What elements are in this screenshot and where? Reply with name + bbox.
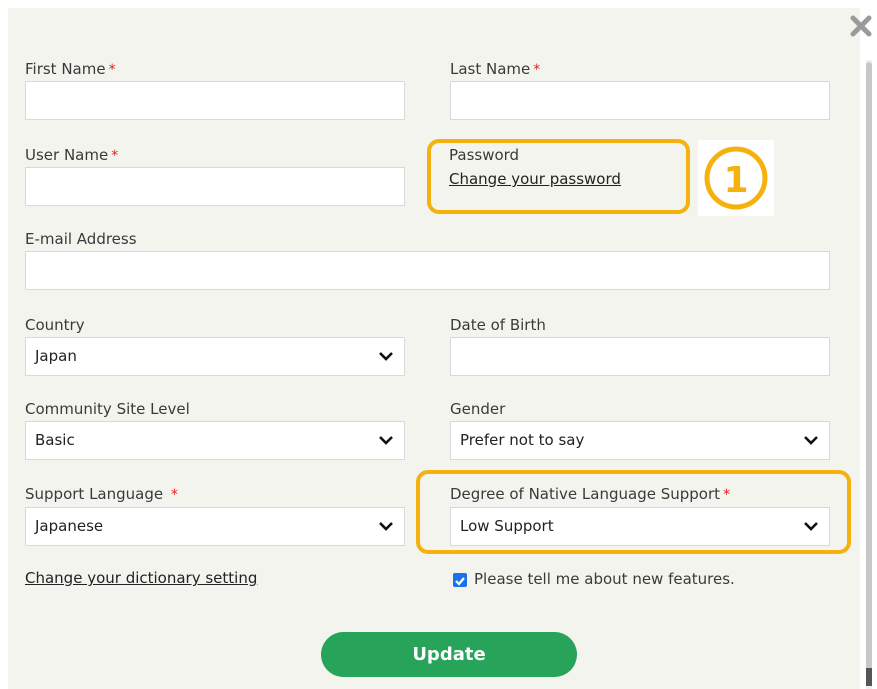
chevron-down-icon [804, 522, 818, 531]
chevron-down-icon [379, 352, 393, 361]
required-marker: * [108, 62, 116, 78]
email-input[interactable] [25, 251, 830, 290]
change-dictionary-link[interactable]: Change your dictionary setting [25, 569, 257, 587]
new-features-label: Please tell me about new features. [474, 570, 735, 588]
country-label: Country [25, 316, 85, 334]
required-marker: * [533, 62, 541, 78]
circled-one-icon: 1 [704, 146, 768, 210]
annotation-badge: 1 [698, 140, 774, 216]
chevron-down-icon [379, 522, 393, 531]
date-of-birth-label: Date of Birth [450, 316, 546, 334]
community-site-level-label: Community Site Level [25, 400, 190, 418]
scrollbar-end [866, 668, 872, 686]
update-button[interactable]: Update [321, 632, 577, 677]
last-name-label: Last Name * [450, 60, 541, 78]
close-icon[interactable] [849, 14, 873, 38]
required-marker: * [111, 148, 119, 164]
last-name-input[interactable] [450, 81, 830, 120]
gender-select[interactable]: Prefer not to say [450, 421, 830, 460]
country-select[interactable]: Japan [25, 337, 405, 376]
native-support-label: Degree of Native Language Support * [450, 485, 731, 503]
native-support-select[interactable]: Low Support [450, 507, 830, 546]
community-site-level-select[interactable]: Basic [25, 421, 405, 460]
change-password-link[interactable]: Change your password [449, 170, 621, 188]
new-features-checkbox[interactable] [453, 573, 467, 587]
password-label: Password [449, 146, 520, 164]
user-name-label: User Name * [25, 146, 119, 164]
email-label: E-mail Address [25, 230, 137, 248]
support-language-select[interactable]: Japanese [25, 507, 405, 546]
scrollbar-thumb[interactable] [866, 62, 872, 682]
first-name-label: First Name * [25, 60, 116, 78]
community-site-level-selected-value: Basic [35, 431, 75, 449]
support-language-label: Support Language * [25, 485, 178, 503]
required-marker: * [723, 487, 731, 503]
required-marker: * [170, 487, 178, 503]
chevron-down-icon [804, 436, 818, 445]
first-name-input[interactable] [25, 81, 405, 120]
date-of-birth-input[interactable] [450, 337, 830, 376]
support-language-selected-value: Japanese [35, 517, 104, 535]
gender-selected-value: Prefer not to say [460, 431, 585, 449]
country-selected-value: Japan [35, 347, 77, 365]
user-name-input[interactable] [25, 167, 405, 206]
checkmark-icon [455, 577, 465, 586]
chevron-down-icon [379, 436, 393, 445]
annotation-marker-digit: 1 [723, 160, 748, 201]
native-support-selected-value: Low Support [460, 517, 554, 535]
gender-label: Gender [450, 400, 506, 418]
